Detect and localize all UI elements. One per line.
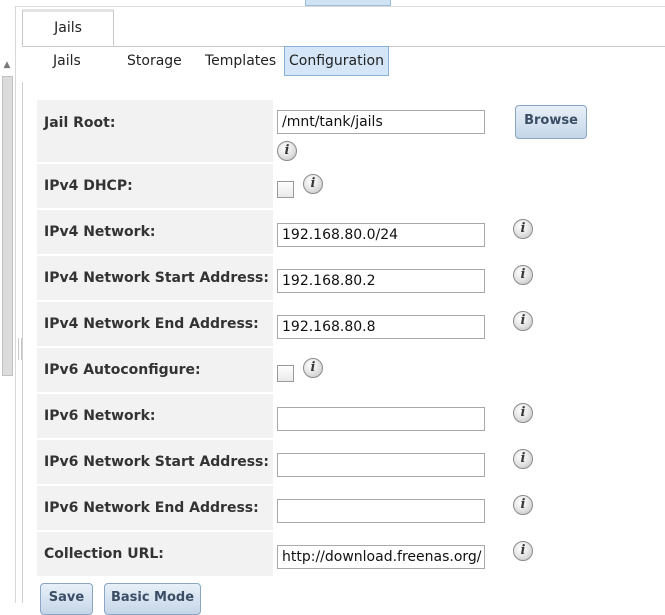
scroll-up-arrow-icon[interactable]: ▲	[1, 59, 13, 71]
info-icon[interactable]: i	[513, 219, 533, 239]
left-scroll-pane: ▲	[0, 6, 16, 603]
row-ipv6-end: IPv6 Network End Address: i	[37, 486, 665, 530]
inner-tabbar: Jails Storage Templates Configuration	[22, 46, 665, 82]
ipv6-network-input[interactable]	[277, 407, 485, 431]
label-ipv6-autoconfigure: IPv6 Autoconfigure:	[37, 348, 273, 392]
row-ipv6-network: IPv6 Network: i	[37, 394, 665, 438]
label-ipv4-network: IPv4 Network:	[37, 210, 273, 254]
browse-button[interactable]: Browse	[515, 105, 587, 139]
tab-templates[interactable]: Templates	[205, 46, 276, 76]
ipv4-start-input[interactable]: 192.168.80.2	[277, 269, 485, 293]
info-icon[interactable]: i	[513, 449, 533, 469]
row-ipv4-network: IPv4 Network: 192.168.80.0/24 i	[37, 210, 665, 254]
save-button[interactable]: Save	[40, 583, 93, 615]
info-icon[interactable]: i	[513, 495, 533, 515]
info-icon[interactable]: i	[303, 174, 323, 194]
row-ipv4-start: IPv4 Network Start Address: 192.168.80.2…	[37, 256, 665, 300]
ipv4-dhcp-checkbox[interactable]	[277, 181, 294, 198]
ipv6-end-input[interactable]	[277, 499, 485, 523]
row-jail-root: Jail Root: /mnt/tank/jails Browse i	[37, 100, 665, 162]
row-ipv6-start: IPv6 Network Start Address: i	[37, 440, 665, 484]
info-icon[interactable]: i	[513, 265, 533, 285]
label-jail-root: Jail Root:	[37, 100, 273, 162]
info-icon[interactable]: i	[277, 141, 297, 161]
info-icon[interactable]: i	[303, 358, 323, 378]
info-icon[interactable]: i	[513, 403, 533, 423]
label-ipv6-start: IPv6 Network Start Address:	[37, 440, 273, 484]
label-ipv6-end: IPv6 Network End Address:	[37, 486, 273, 530]
label-ipv4-start: IPv4 Network Start Address:	[37, 256, 273, 300]
label-collection-url: Collection URL:	[37, 532, 273, 576]
label-ipv4-end: IPv4 Network End Address:	[37, 302, 273, 346]
tab-configuration[interactable]: Configuration	[284, 46, 389, 76]
basic-mode-button[interactable]: Basic Mode	[104, 583, 201, 615]
scrollbar-thumb[interactable]	[2, 76, 13, 376]
label-ipv6-network: IPv6 Network:	[37, 394, 273, 438]
row-ipv4-end: IPv4 Network End Address: 192.168.80.8 i	[37, 302, 665, 346]
ipv6-start-input[interactable]	[277, 453, 485, 477]
tab-jails-outer[interactable]: Jails	[22, 9, 114, 46]
collection-url-input[interactable]: http://download.freenas.org/	[277, 545, 485, 569]
row-collection-url: Collection URL: http://download.freenas.…	[37, 532, 665, 576]
tab-storage[interactable]: Storage	[127, 46, 182, 76]
ipv4-end-input[interactable]: 192.168.80.8	[277, 315, 485, 339]
ipv4-network-input[interactable]: 192.168.80.0/24	[277, 223, 485, 247]
outer-tabbar: Jails	[22, 6, 665, 47]
tab-jails[interactable]: Jails	[53, 46, 81, 76]
jail-root-input[interactable]: /mnt/tank/jails	[277, 110, 485, 134]
info-icon[interactable]: i	[513, 541, 533, 561]
ipv6-autoconfigure-checkbox[interactable]	[277, 365, 294, 382]
label-ipv4-dhcp: IPv4 DHCP:	[37, 164, 273, 208]
row-ipv6-autoconfigure: IPv6 Autoconfigure: i	[37, 348, 665, 392]
info-icon[interactable]: i	[513, 311, 533, 331]
row-ipv4-dhcp: IPv4 DHCP: i	[37, 164, 665, 208]
